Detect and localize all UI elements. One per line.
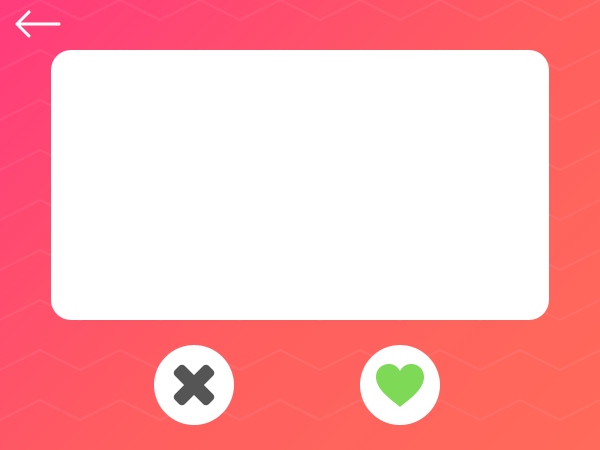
dislike-button[interactable] (154, 345, 234, 425)
like-button[interactable] (360, 345, 440, 425)
swipe-screen (0, 0, 600, 450)
arrow-left-icon (15, 10, 61, 38)
profile-card[interactable] (51, 50, 549, 320)
close-icon (173, 364, 215, 406)
back-button[interactable] (12, 6, 62, 42)
heart-icon (376, 364, 424, 407)
